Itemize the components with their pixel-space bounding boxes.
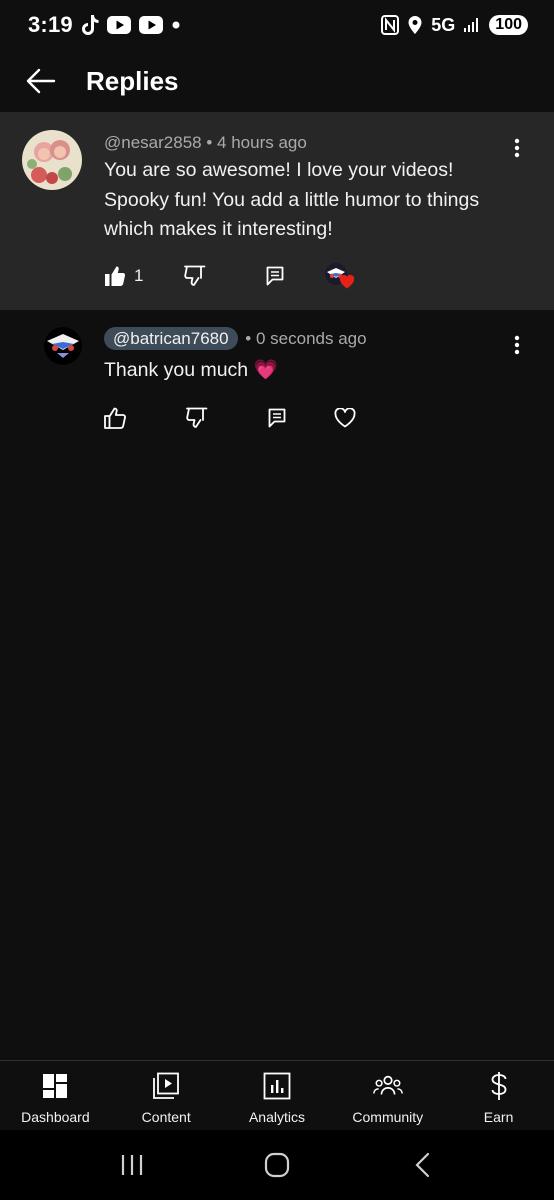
community-icon xyxy=(372,1071,403,1101)
creator-heart-badge[interactable] xyxy=(324,262,355,290)
dislike-button[interactable] xyxy=(186,407,268,429)
more-vertical-icon xyxy=(514,138,520,158)
like-button[interactable]: 1 xyxy=(104,265,184,287)
reply-button[interactable] xyxy=(268,408,334,428)
more-vertical-icon xyxy=(514,335,520,355)
avatar[interactable] xyxy=(22,130,82,190)
avatar[interactable] xyxy=(44,327,82,365)
back-nav-button[interactable] xyxy=(392,1135,452,1195)
like-button[interactable] xyxy=(104,407,186,429)
status-bar: 3:19 5G 100 xyxy=(0,0,554,50)
header: Replies xyxy=(0,50,554,112)
thumbs-up-filled-icon xyxy=(105,266,126,286)
meta-separator: • xyxy=(245,329,252,348)
nav-label: Earn xyxy=(483,1109,514,1125)
nfc-icon xyxy=(381,15,400,35)
heart-filled-icon xyxy=(339,274,355,289)
comment-time: 4 hours ago xyxy=(217,133,307,152)
chevron-left-icon xyxy=(415,1152,429,1178)
more-options-button[interactable] xyxy=(505,134,529,162)
location-icon xyxy=(407,15,423,35)
dashboard-icon xyxy=(40,1071,70,1101)
thumbs-down-icon xyxy=(186,407,208,428)
like-count: 1 xyxy=(134,266,144,285)
tiktok-icon xyxy=(81,14,99,36)
youtube-icon xyxy=(106,16,131,34)
battery-indicator: 100 xyxy=(489,15,528,35)
nav-dashboard[interactable]: Dashboard xyxy=(0,1061,111,1130)
nav-earn[interactable]: Earn xyxy=(443,1061,554,1130)
system-nav-bar xyxy=(0,1130,554,1200)
nav-label: Analytics xyxy=(248,1109,305,1125)
nav-label: Content xyxy=(141,1109,191,1125)
heart-outline-icon xyxy=(334,408,356,428)
home-icon xyxy=(264,1152,290,1178)
thumbs-up-icon xyxy=(104,407,126,429)
nav-analytics[interactable]: Analytics xyxy=(222,1061,333,1130)
comment-actions: 1 xyxy=(104,262,355,290)
reply-author-chip[interactable]: @batrican7680 xyxy=(104,327,238,350)
dislike-button[interactable] xyxy=(184,265,266,287)
back-button[interactable] xyxy=(0,50,82,112)
earn-icon xyxy=(484,1071,514,1101)
dot-icon xyxy=(171,20,181,30)
youtube-icon xyxy=(138,16,163,34)
arrow-left-icon xyxy=(26,68,56,94)
bottom-nav: Dashboard Content Analytics Community Ea… xyxy=(0,1060,554,1130)
recents-icon xyxy=(122,1155,143,1175)
comment-icon xyxy=(266,266,284,286)
network-label: 5G xyxy=(431,14,456,35)
more-options-button[interactable] xyxy=(505,331,529,359)
nav-content[interactable]: Content xyxy=(111,1061,222,1130)
page-title: Replies xyxy=(86,65,179,96)
reply-text: Thank you much 💗 xyxy=(104,359,278,381)
comment-author[interactable]: @nesar2858 xyxy=(104,133,202,152)
nav-label: Dashboard xyxy=(21,1109,90,1125)
content-icon xyxy=(151,1071,181,1101)
nav-label: Community xyxy=(352,1109,424,1125)
comment-icon xyxy=(268,408,286,428)
nav-community[interactable]: Community xyxy=(332,1061,443,1130)
reply-time: 0 seconds ago xyxy=(255,329,367,348)
signal-icon xyxy=(463,17,481,33)
home-button[interactable] xyxy=(247,1135,307,1195)
recents-button[interactable] xyxy=(102,1135,162,1195)
reply-meta: @batrican7680 • 0 seconds ago xyxy=(104,327,367,350)
reply-actions xyxy=(104,407,356,429)
thumbs-down-icon xyxy=(184,265,206,286)
analytics-icon xyxy=(262,1071,292,1101)
reply-button[interactable] xyxy=(266,266,324,286)
meta-separator: • xyxy=(206,133,213,152)
status-time: 3:19 xyxy=(28,12,73,37)
heart-button[interactable] xyxy=(334,408,356,428)
comment-meta: @nesar2858 • 4 hours ago xyxy=(104,133,307,153)
comment-text: You are so awesome! I love your videos! … xyxy=(104,159,480,240)
parent-comment: @nesar2858 • 4 hours ago You are so awes… xyxy=(0,112,554,310)
